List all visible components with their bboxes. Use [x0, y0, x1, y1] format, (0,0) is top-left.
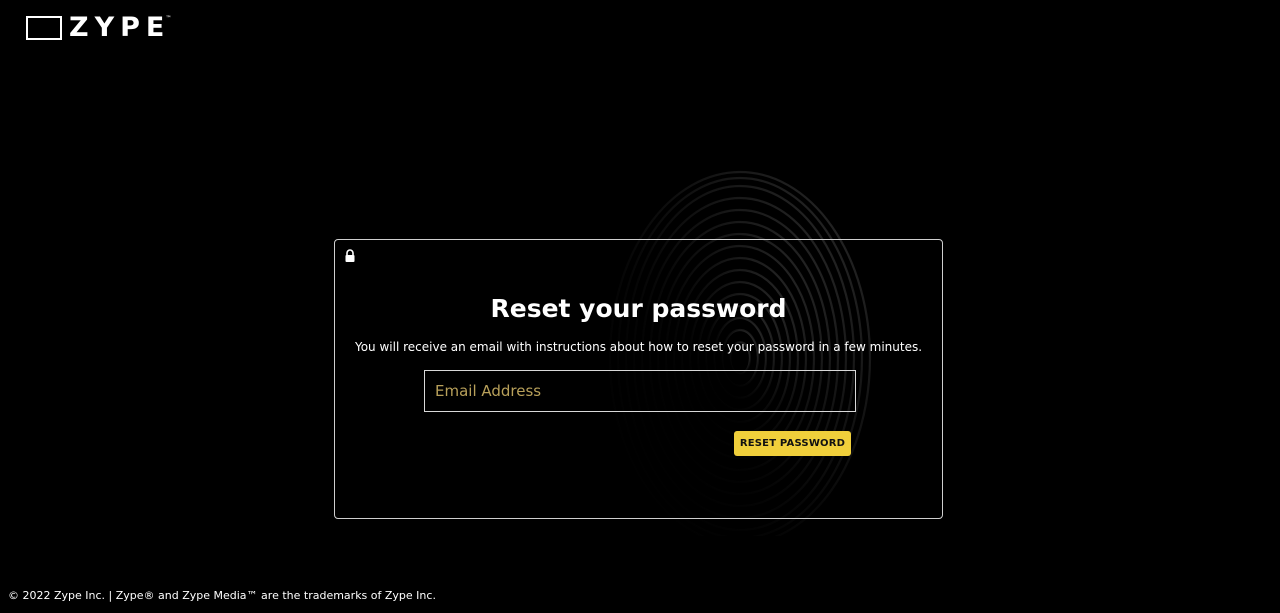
page-title: Reset your password — [490, 294, 787, 323]
logo-trademark: ™ — [165, 14, 172, 22]
email-field[interactable] — [424, 370, 856, 412]
logo-mark-icon — [26, 16, 62, 40]
instructions-text: You will receive an email with instructi… — [354, 340, 923, 354]
reset-password-card: Reset your password You will receive an … — [334, 239, 943, 519]
page: ZYPE ™ Reset your password You will rece… — [0, 0, 1280, 613]
zype-logo[interactable]: ZYPE ™ — [26, 12, 176, 43]
footer-copyright: © 2022 Zype Inc. | Zype® and Zype Media™… — [8, 589, 436, 602]
lock-icon — [345, 249, 355, 262]
reset-password-button[interactable]: RESET PASSWORD — [734, 431, 851, 456]
logo-text: ZYPE — [69, 12, 171, 43]
